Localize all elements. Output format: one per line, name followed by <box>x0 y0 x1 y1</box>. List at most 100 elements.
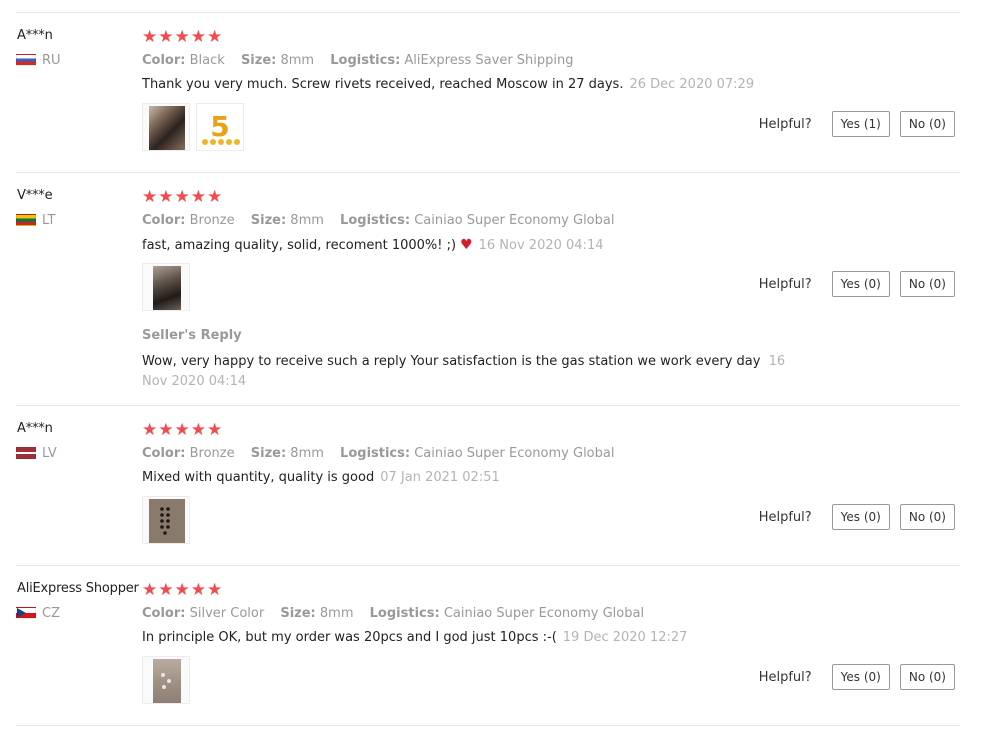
helpful-vote: Helpful? Yes (1) No (0) <box>759 111 955 137</box>
review-date: 07 Jan 2021 02:51 <box>380 470 500 485</box>
helpful-yes-button[interactable]: Yes (0) <box>831 271 890 297</box>
photo-badge: 5 <box>210 110 229 143</box>
review-item: AliExpress Shopper CZ ★ ★ ★ ★ ★ Color: S… <box>16 566 960 726</box>
review-photos: 5 <box>142 103 244 151</box>
size-label: Size: <box>240 53 277 68</box>
reviewer-country: CZ <box>16 605 60 621</box>
order-properties: Color: Black Size: 8mm Logistics: AliExp… <box>142 53 586 68</box>
helpful-label: Helpful? <box>758 276 812 292</box>
seller-reply-text: Wow, very happy to receive such a reply … <box>142 352 802 392</box>
color-value: Black <box>189 53 225 68</box>
helpful-yes-button[interactable]: Yes (0) <box>831 504 890 530</box>
review-photos <box>142 263 190 311</box>
helpful-label: Helpful? <box>758 669 812 685</box>
order-properties: Color: Silver Color Size: 8mm Logistics:… <box>142 606 656 621</box>
star-icon: ★ <box>142 187 158 207</box>
review-item: V***e LT ★ ★ ★ ★ ★ Color: Bronze Size: 8… <box>16 173 960 406</box>
color-label: Color: <box>142 606 186 621</box>
star-rating: ★ ★ ★ ★ ★ <box>142 580 222 600</box>
size-value: 8mm <box>319 606 354 621</box>
star-icon: ★ <box>158 580 174 600</box>
star-icon: ★ <box>142 27 158 47</box>
color-value: Bronze <box>189 446 235 461</box>
review-photos <box>142 656 190 704</box>
flag-lt-icon <box>16 214 36 226</box>
size-label: Size: <box>280 606 316 621</box>
rivets-card-icon <box>160 507 170 535</box>
review-body: Mixed with quantity, quality is good <box>142 470 375 485</box>
review-photo-thumbnail[interactable] <box>142 496 190 544</box>
star-icon: ★ <box>207 420 223 440</box>
size-value: 8mm <box>290 446 324 461</box>
size-value: 8mm <box>290 213 324 228</box>
helpful-no-button[interactable]: No (0) <box>899 664 955 690</box>
review-date: 16 Nov 2020 04:14 <box>478 238 604 253</box>
color-value: Bronze <box>189 213 235 228</box>
star-icon: ★ <box>158 187 174 207</box>
star-icon: ★ <box>207 187 223 207</box>
country-code: CZ <box>42 605 60 621</box>
review-date: 19 Dec 2020 12:27 <box>562 630 688 645</box>
helpful-vote: Helpful? Yes (0) No (0) <box>759 664 955 690</box>
review-photos <box>142 496 190 544</box>
star-icon: ★ <box>190 187 206 207</box>
reviewer-country: LT <box>16 212 56 228</box>
review-date: 26 Dec 2020 07:29 <box>629 77 755 92</box>
star-icon: ★ <box>190 420 206 440</box>
reviewer-country: RU <box>16 52 61 68</box>
reviewer-country: LV <box>16 445 57 461</box>
logistics-label: Logistics: <box>340 213 411 228</box>
country-code: LV <box>42 445 57 461</box>
helpful-no-button[interactable]: No (0) <box>899 504 955 530</box>
star-icon: ★ <box>158 420 174 440</box>
country-code: RU <box>42 52 61 68</box>
star-icon: ★ <box>174 580 190 600</box>
silver-rivets-icon <box>161 673 171 689</box>
star-rating: ★ ★ ★ ★ ★ <box>142 420 223 440</box>
review-text: In principle OK, but my order was 20pcs … <box>142 630 687 645</box>
review-item: A***n RU ★ ★ ★ ★ ★ Color: Black Size: 8m… <box>16 13 960 173</box>
helpful-yes-button[interactable]: Yes (0) <box>831 664 890 690</box>
star-icon: ★ <box>190 580 206 600</box>
review-photo-thumbnail[interactable] <box>142 103 190 151</box>
review-photo-thumbnail[interactable] <box>142 263 190 311</box>
size-label: Size: <box>250 446 287 461</box>
review-text: fast, amazing quality, solid, recoment 1… <box>142 237 603 253</box>
star-icon: ★ <box>174 27 190 47</box>
logistics-label: Logistics: <box>330 53 401 68</box>
country-code: LT <box>42 212 56 228</box>
helpful-label: Helpful? <box>758 509 812 525</box>
review-photo-thumbnail[interactable] <box>142 656 190 704</box>
star-icon: ★ <box>190 27 206 47</box>
helpful-no-button[interactable]: No (0) <box>899 271 955 297</box>
review-photo-thumbnail[interactable]: 5 <box>196 103 244 151</box>
five-star-graphic-icon: 5 <box>202 110 240 145</box>
logistics-label: Logistics: <box>369 606 440 621</box>
star-icon: ★ <box>174 420 190 440</box>
logistics-value: Cainiao Super Economy Global <box>414 213 615 228</box>
seller-reply-title: Seller's Reply <box>142 328 242 343</box>
reviewer-name: A***n <box>17 421 53 436</box>
heart-icon: ♥ <box>460 237 473 253</box>
logistics-value: Cainiao Super Economy Global <box>414 446 615 461</box>
star-icon: ★ <box>142 420 158 440</box>
star-icon: ★ <box>174 187 190 207</box>
review-item: A***n LV ★ ★ ★ ★ ★ Color: Bronze Size: 8… <box>16 406 960 566</box>
helpful-yes-button[interactable]: Yes (1) <box>831 111 890 137</box>
helpful-vote: Helpful? Yes (0) No (0) <box>759 271 955 297</box>
order-properties: Color: Bronze Size: 8mm Logistics: Caini… <box>142 446 626 461</box>
seller-reply-body: Wow, very happy to receive such a reply … <box>142 354 761 369</box>
logistics-value: AliExpress Saver Shipping <box>404 53 574 68</box>
review-body: In principle OK, but my order was 20pcs … <box>142 630 557 645</box>
star-rating: ★ ★ ★ ★ ★ <box>142 187 223 207</box>
review-body: fast, amazing quality, solid, recoment 1… <box>142 238 457 253</box>
size-value: 8mm <box>280 53 315 68</box>
helpful-no-button[interactable]: No (0) <box>899 111 955 137</box>
review-body: Thank you very much. Screw rivets receiv… <box>142 77 624 92</box>
star-icon: ★ <box>207 27 223 47</box>
review-text: Mixed with quantity, quality is good 07 J… <box>142 470 500 485</box>
seller-reply: Seller's Reply Wow, very happy to receiv… <box>142 328 802 392</box>
color-label: Color: <box>142 446 186 461</box>
reviewer-name: AliExpress Shopper <box>17 581 139 596</box>
helpful-label: Helpful? <box>758 116 812 132</box>
